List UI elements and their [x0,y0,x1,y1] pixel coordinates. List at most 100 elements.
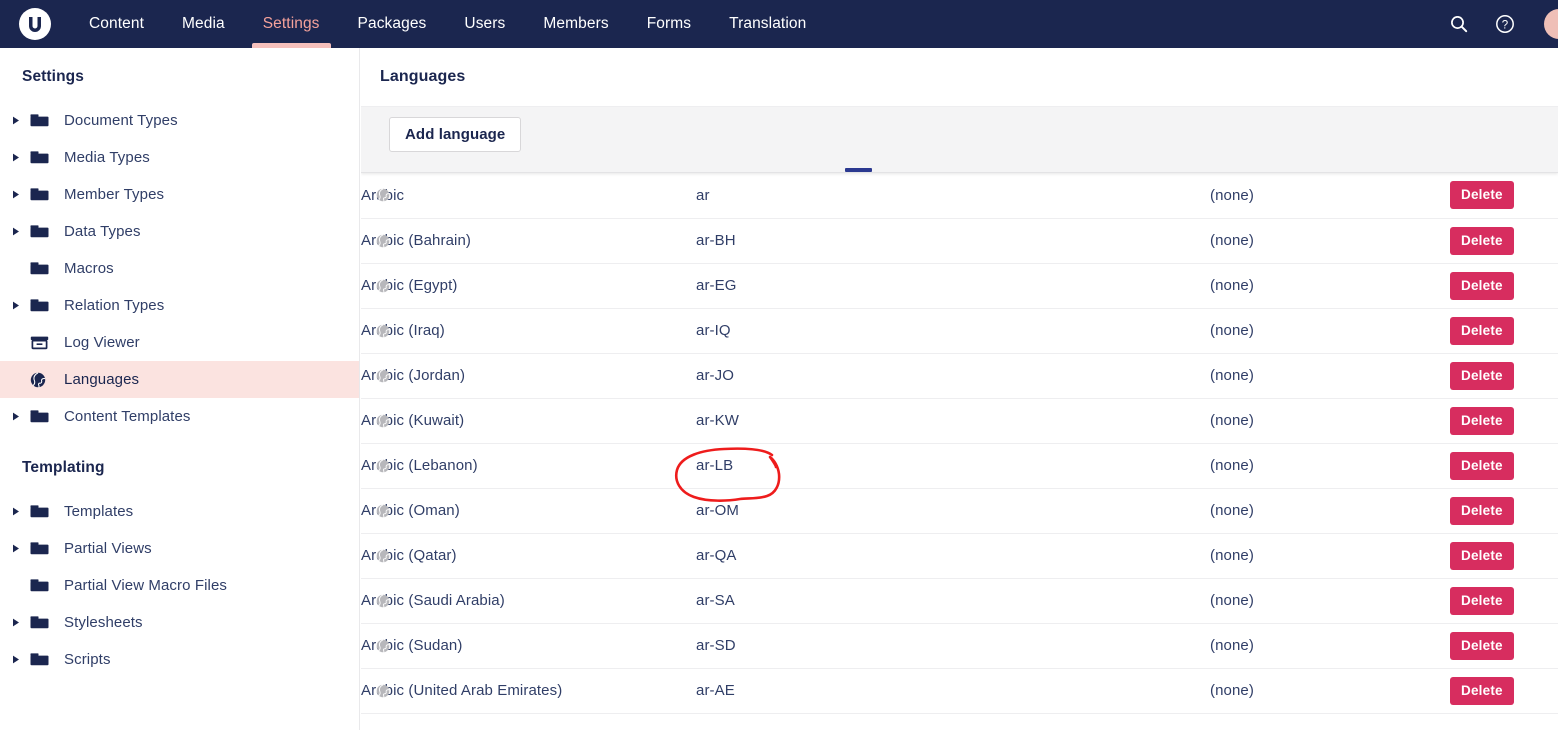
chevron-right-icon[interactable] [8,504,24,520]
umbraco-logo[interactable] [0,0,70,48]
nav-item-translation[interactable]: Translation [710,0,825,48]
nav-item-settings[interactable]: Settings [244,0,339,48]
row-actions-cell: Delete [1450,263,1558,309]
sidebar-item-relation-types[interactable]: Relation Types [0,287,359,324]
chevron-right-icon[interactable] [8,150,24,166]
language-iso-code: ar-BH [696,218,1210,264]
language-fallback: (none) [1210,398,1450,444]
sidebar-item-partial-views[interactable]: Partial Views [0,530,359,567]
delete-button[interactable]: Delete [1450,451,1514,480]
delete-button[interactable]: Delete [1450,361,1514,390]
user-avatar[interactable] [1544,9,1558,39]
sidebar-item-log-viewer[interactable]: Log Viewer [0,324,359,361]
delete-button[interactable]: Delete [1450,406,1514,435]
sidebar-item-languages[interactable]: Languages [0,361,359,398]
nav-item-packages[interactable]: Packages [339,0,446,48]
table-row[interactable]: Arabic (United Arab Emirates) ar-AE (none)… [361,668,1558,714]
help-icon[interactable]: ? [1492,11,1518,37]
table-row[interactable]: Arabic (Iraq) ar-IQ (none) Delete [361,308,1558,354]
table-row[interactable]: Arabic (Lebanon) ar-LB (none) Delete [361,443,1558,489]
globe-icon [376,548,390,563]
chevron-right-icon[interactable] [8,652,24,668]
delete-button[interactable]: Delete [1450,541,1514,570]
language-iso-code: ar-JO [696,353,1210,399]
table-row[interactable]: Arabic (Saudi Arabia) ar-SA (none) Delete [361,578,1558,624]
row-actions-cell: Delete [1450,398,1558,444]
languages-table-scroll-area[interactable]: Arabicar(none)DeleteArabic (Bahrain)ar-B… [361,162,1558,730]
language-name-cell: Arabic (Iraq) [361,308,696,354]
nav-item-users[interactable]: Users [445,0,524,48]
chevron-right-icon[interactable] [8,113,24,129]
templating-tree: Templates Partial Views Partial View Macro… [0,493,359,678]
search-icon[interactable] [1446,11,1472,37]
delete-button[interactable]: Delete [1450,271,1514,300]
language-name: Arabic (United Arab Emirates) [361,682,563,699]
language-iso-code: ar [696,173,1210,219]
delete-button[interactable]: Delete [1450,496,1514,525]
language-iso-code: ar-KW [696,398,1210,444]
content-header: Languages [361,48,1558,106]
table-row[interactable]: Arabic (Egypt) ar-EG (none) Delete [361,263,1558,309]
table-row[interactable]: Arabic (Sudan) ar-SD (none) Delete [361,623,1558,669]
delete-button[interactable]: Delete [1450,226,1514,255]
sidebar-item-data-types[interactable]: Data Types [0,213,359,250]
language-fallback: (none) [1210,488,1450,534]
table-row[interactable]: Arabic (Qatar) ar-QA (none) Delete [361,533,1558,579]
sidebar-item-templates[interactable]: Templates [0,493,359,530]
language-fallback: (none) [1210,353,1450,399]
table-row[interactable]: Arabic (Jordan) ar-JO (none) Delete [361,353,1558,399]
language-fallback: (none) [1210,263,1450,309]
add-language-button[interactable]: Add language [389,117,522,152]
chevron-right-icon[interactable] [8,409,24,425]
sidebar-tree-header: Settings [22,68,84,85]
chevron-right-icon[interactable] [8,298,24,314]
chevron-right-icon[interactable] [8,615,24,631]
sidebar-item-document-types[interactable]: Document Types [0,102,359,139]
sidebar-item-media-types[interactable]: Media Types [0,139,359,176]
delete-button[interactable]: Delete [1450,316,1514,345]
language-name-cell: Arabic (Lebanon) [361,443,696,489]
nav-item-forms[interactable]: Forms [628,0,710,48]
row-actions-cell: Delete [1450,488,1558,534]
language-name-cell: Arabic (Kuwait) [361,398,696,444]
folder-icon [30,111,54,131]
globe-icon [30,370,54,390]
globe-icon [376,323,390,338]
table-row[interactable]: Arabic (Kuwait) ar-KW (none) Delete [361,398,1558,444]
delete-button[interactable]: Delete [1450,676,1514,705]
sidebar-item-scripts[interactable]: Scripts [0,641,359,678]
language-iso-code: ar-LB [696,443,1210,489]
sidebar-item-partial-view-macro-files[interactable]: Partial View Macro Files [0,567,359,604]
row-actions-cell: Delete [1450,443,1558,489]
sidebar-item-label: Partial View Macro Files [64,577,228,594]
folder-icon [30,259,54,279]
globe-icon [376,503,390,518]
table-row[interactable]: Arabicar(none)Delete [361,173,1558,219]
sidebar-item-stylesheets[interactable]: Stylesheets [0,604,359,641]
main-content: Languages Add language Arabicar(none)Del… [361,48,1558,730]
nav-item-media[interactable]: Media [163,0,244,48]
nav-item-content[interactable]: Content [70,0,163,48]
delete-button[interactable]: Delete [1450,181,1514,210]
folder-icon [30,296,54,316]
sidebar-item-label: Document Types [64,112,178,129]
nav-item-members[interactable]: Members [524,0,627,48]
folder-icon [30,502,54,522]
language-iso-code: ar-SA [696,578,1210,624]
delete-button[interactable]: Delete [1450,631,1514,660]
globe-icon [376,638,390,653]
row-actions-cell: Delete [1450,308,1558,354]
table-row[interactable]: Arabic (Oman) ar-OM (none) Delete [361,488,1558,534]
sidebar-item-label: Log Viewer [64,334,140,351]
sidebar-item-member-types[interactable]: Member Types [0,176,359,213]
table-row[interactable]: Arabic (Bahrain) ar-BH (none) Delete [361,218,1558,264]
sidebar-item-macros[interactable]: Macros [0,250,359,287]
chevron-right-icon[interactable] [8,224,24,240]
language-name-cell: Arabic (Bahrain) [361,218,696,264]
delete-button[interactable]: Delete [1450,586,1514,615]
app-root: Content Media Settings Packages Users Members… [0,0,1558,730]
chevron-right-icon[interactable] [8,187,24,203]
sidebar-item-label: Languages [64,371,140,388]
chevron-right-icon[interactable] [8,541,24,557]
sidebar-item-content-templates[interactable]: Content Templates [0,398,359,435]
